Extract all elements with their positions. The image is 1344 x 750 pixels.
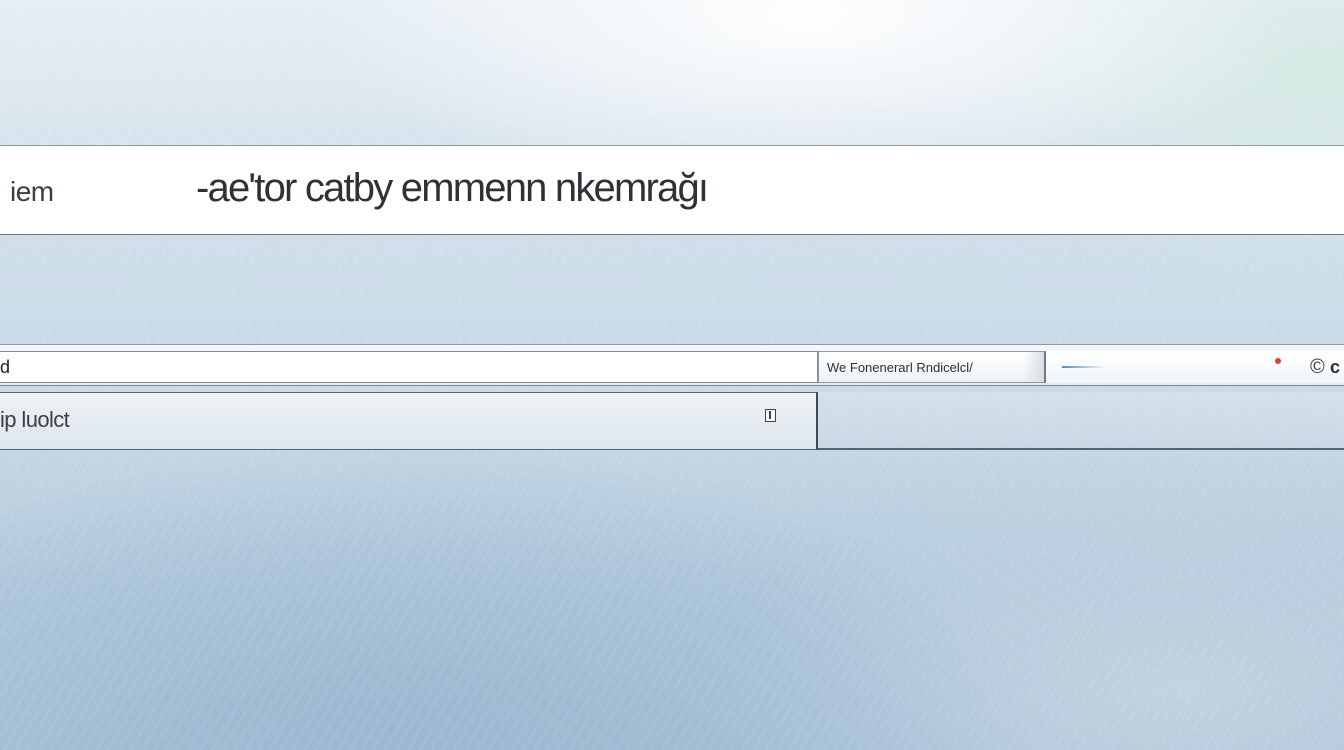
toolbar-right-letter: c: [1330, 357, 1341, 377]
search-box-edge: [1024, 352, 1044, 382]
search-box-text: We Fonenerarl Rndicelcl/: [827, 360, 973, 375]
address-prefix: d: [0, 357, 11, 377]
toolbar-right-area: © c: [1046, 351, 1344, 383]
panel-toggle-icon[interactable]: [765, 409, 776, 422]
header-left-label: iem: [10, 176, 54, 207]
header-bar: iem -ae'tor catby emmenn nkemrağı: [0, 145, 1344, 235]
progress-line-icon: [1062, 366, 1106, 368]
search-box[interactable]: We Fonenerarl Rndicelcl/: [818, 351, 1046, 383]
page-title: -ae'tor catby emmenn nkemrağı: [196, 166, 709, 210]
address-input[interactable]: [0, 351, 818, 383]
status-dot-icon: [1275, 358, 1281, 364]
copyright-icon[interactable]: ©: [1310, 356, 1325, 379]
sub-panel[interactable]: ip luolct: [0, 392, 818, 450]
sub-panel-label: ip luolct: [0, 407, 70, 432]
toolbar: d We Fonenerarl Rndicelcl/ © c: [0, 344, 1344, 386]
sub-panel-right-strip: [818, 392, 1344, 450]
